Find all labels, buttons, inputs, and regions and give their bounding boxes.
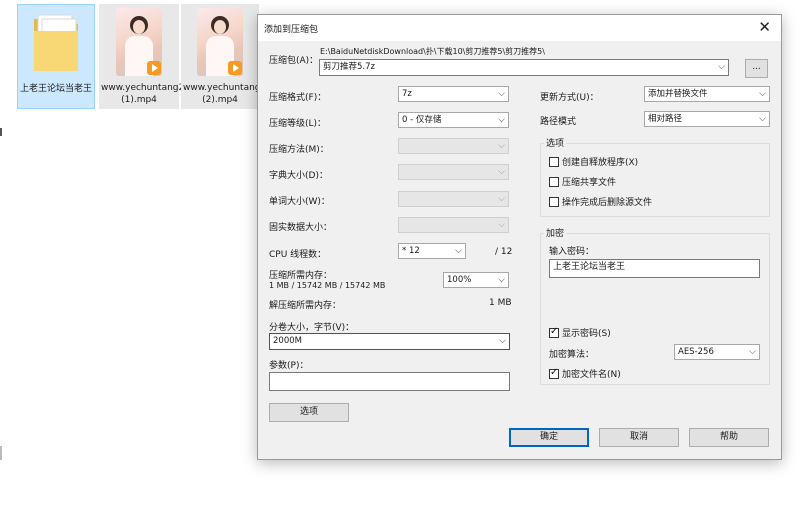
video-thumbnail — [197, 8, 243, 76]
window-edge-mark — [0, 446, 2, 460]
word-size-label: 单词大小(W)： — [269, 197, 330, 207]
add-to-archive-dialog: 添加到压缩包 ✕ 压缩包(A)： E:\BaiduNetdiskDownload… — [257, 14, 782, 460]
chevron-down-icon: ⌵ — [498, 275, 505, 285]
password-label: 输入密码： — [549, 247, 595, 257]
checkbox-box — [549, 367, 559, 379]
folder-icon — [34, 14, 78, 71]
chevron-down-icon: ⌵ — [498, 89, 505, 99]
shared-files-checkbox[interactable]: 压缩共享文件 — [549, 175, 616, 188]
show-password-checkbox[interactable]: 显示密码(S) — [549, 326, 611, 339]
method-select: ⌵ — [398, 138, 509, 154]
volume-size-label: 分卷大小，字节(V)： — [269, 323, 355, 333]
solid-size-select: ⌵ — [398, 217, 509, 233]
threads-max: / 12 — [495, 247, 513, 257]
file-name: www.yechuntang2.com (2).mp4 — [183, 83, 289, 105]
archive-name-combo[interactable]: 剪刀推荐5.7z ⌵ — [319, 59, 729, 76]
encryption-method-value: AES-256 — [678, 347, 714, 357]
path-mode-select[interactable]: 相对路径 ⌵ — [644, 111, 770, 127]
update-mode-value: 添加并替换文件 — [648, 89, 708, 99]
help-button[interactable]: 帮助 — [689, 428, 769, 447]
volume-size-combo[interactable]: 2000M ⌵ — [269, 333, 510, 350]
encrypt-names-label: 加密文件名(N) — [562, 370, 621, 380]
threads-value: * 12 — [402, 246, 420, 256]
word-size-select: ⌵ — [398, 191, 509, 207]
show-password-label: 显示密码(S) — [562, 329, 611, 339]
checkbox-box — [549, 196, 559, 207]
chevron-down-icon: ⌵ — [498, 167, 505, 177]
level-label: 压缩等级(L)： — [269, 119, 327, 129]
memory-detail: 1 MB / 15742 MB / 15742 MB — [269, 281, 386, 290]
dictionary-select: ⌵ — [398, 164, 509, 180]
chevron-down-icon: ⌵ — [759, 89, 766, 99]
volume-size-value: 2000M — [273, 336, 302, 346]
encryption-group-title: 加密 — [544, 226, 567, 239]
archive-label: 压缩包(A)： — [269, 56, 319, 66]
parameters-input[interactable] — [269, 372, 510, 391]
level-select[interactable]: 0 - 仅存储 ⌵ — [398, 112, 509, 128]
close-icon[interactable]: ✕ — [758, 18, 771, 36]
shared-files-checkbox-label: 压缩共享文件 — [562, 178, 617, 188]
memory-percent-select[interactable]: 100% ⌵ — [443, 272, 509, 288]
path-mode-label: 路径模式 — [540, 117, 577, 127]
delete-after-checkbox[interactable]: 操作完成后删除源文件 — [549, 195, 652, 208]
chevron-down-icon: ⌵ — [749, 347, 756, 357]
level-value: 0 - 仅存储 — [402, 115, 442, 125]
format-value: 7z — [402, 89, 412, 99]
sfx-checkbox-label: 创建自释放程序(X) — [562, 158, 639, 168]
chevron-down-icon: ⌵ — [498, 115, 505, 125]
title-bar: 添加到压缩包 ✕ — [258, 15, 781, 41]
memory-percent-value: 100% — [447, 275, 472, 285]
encryption-method-select[interactable]: AES-256 ⌵ — [674, 344, 760, 360]
checkbox-box — [549, 156, 559, 167]
dialog-title: 添加到压缩包 — [264, 25, 319, 35]
ok-button[interactable]: 确定 — [509, 428, 589, 447]
encryption-method-label: 加密算法： — [549, 350, 595, 360]
encrypt-names-checkbox[interactable]: 加密文件名(N) — [549, 367, 621, 380]
options-group-title: 选项 — [544, 136, 567, 149]
chevron-down-icon: ⌵ — [498, 194, 505, 204]
solid-size-label: 固实数据大小： — [269, 223, 333, 233]
file-name: 上老王论坛当老王 — [20, 84, 93, 94]
file-tile-video-1[interactable]: www.yechuntang2.com (1).mp4 — [99, 4, 207, 109]
file-name: www.yechuntang2.com (1).mp4 — [101, 83, 207, 105]
threads-select[interactable]: * 12 ⌵ — [398, 243, 466, 259]
checkbox-box — [549, 176, 559, 187]
chevron-down-icon: ⌵ — [498, 220, 505, 230]
file-tile-folder[interactable]: 上老王论坛当老王 — [17, 4, 95, 109]
format-select[interactable]: 7z ⌵ — [398, 86, 509, 102]
chevron-down-icon: ⌵ — [498, 141, 505, 151]
update-mode-label: 更新方式(U)： — [540, 93, 599, 103]
window-edge-mark — [0, 128, 2, 136]
threads-label: CPU 线程数： — [269, 250, 327, 260]
chevron-down-icon: ⌵ — [718, 62, 725, 72]
file-tile-video-2[interactable]: www.yechuntang2.com (2).mp4 — [181, 4, 289, 109]
update-mode-select[interactable]: 添加并替换文件 ⌵ — [644, 86, 770, 102]
sfx-checkbox[interactable]: 创建自释放程序(X) — [549, 155, 638, 168]
chevron-down-icon: ⌵ — [499, 336, 506, 346]
method-label: 压缩方法(M)： — [269, 145, 329, 155]
path-mode-value: 相对路径 — [648, 114, 683, 124]
video-thumbnail — [116, 8, 162, 76]
chevron-down-icon: ⌵ — [759, 114, 766, 124]
delete-after-checkbox-label: 操作完成后删除源文件 — [562, 198, 653, 208]
checkbox-box — [549, 326, 559, 338]
format-label: 压缩格式(F)： — [269, 93, 327, 103]
play-icon — [147, 61, 161, 75]
archive-path: E:\BaiduNetdiskDownload\扑\下载10\剪刀推荐5\剪刀推… — [320, 47, 545, 56]
browse-button[interactable]: ... — [745, 59, 768, 78]
archive-name-value: 剪刀推荐5.7z — [323, 62, 375, 72]
memory-label: 压缩所需内存： — [269, 271, 333, 281]
decompress-memory-label: 解压缩所需内存： — [269, 301, 342, 311]
decompress-memory-value: 1 MB — [489, 298, 512, 308]
chevron-down-icon: ⌵ — [455, 246, 462, 256]
cancel-button[interactable]: 取消 — [599, 428, 679, 447]
options-button[interactable]: 选项 — [269, 403, 349, 422]
dictionary-label: 字典大小(D)： — [269, 171, 328, 181]
parameters-label: 参数(P)： — [269, 361, 309, 371]
password-input[interactable]: 上老王论坛当老王 — [549, 259, 760, 278]
play-icon — [228, 61, 242, 75]
